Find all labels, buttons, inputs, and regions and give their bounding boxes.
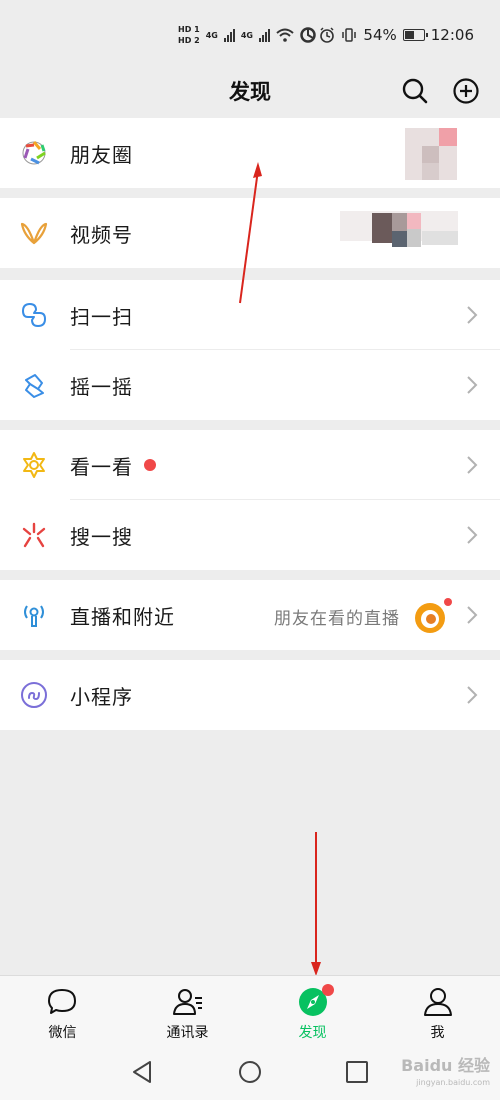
chevron-right-icon bbox=[467, 606, 478, 624]
menu-item-search[interactable]: 搜一搜 bbox=[0, 500, 500, 570]
menu-item-label: 朋友圈 bbox=[70, 143, 133, 167]
home-icon[interactable] bbox=[237, 1059, 263, 1085]
navigation-bar: 发现 bbox=[0, 60, 500, 118]
stories-search-group: 看一看 搜一搜 bbox=[0, 430, 500, 570]
mini-program-group: 小程序 bbox=[0, 660, 500, 730]
menu-item-live-nearby[interactable]: 直播和附近 朋友在看的直播 bbox=[0, 580, 500, 650]
unread-red-dot bbox=[144, 459, 156, 471]
system-status: 54% 12:06 bbox=[319, 26, 474, 44]
chevron-right-icon bbox=[467, 526, 478, 544]
top-stories-icon bbox=[23, 452, 45, 478]
menu-item-label: 摇一摇 bbox=[70, 375, 133, 399]
tab-label: 通讯录 bbox=[166, 1025, 209, 1041]
chevron-right-icon bbox=[467, 376, 478, 394]
chevron-right-icon bbox=[467, 456, 478, 474]
menu-item-scan[interactable]: 扫一扫 bbox=[0, 280, 500, 350]
chat-bubble-icon bbox=[48, 989, 76, 1014]
search-spark-icon bbox=[22, 522, 46, 548]
moments-aperture-icon bbox=[22, 141, 46, 165]
search-icon[interactable] bbox=[400, 76, 430, 106]
alarm-icon bbox=[320, 27, 335, 43]
tab-me[interactable]: 我 bbox=[375, 976, 500, 1046]
menu-item-label: 小程序 bbox=[70, 685, 133, 709]
menu-item-top-stories[interactable]: 看一看 bbox=[0, 430, 500, 500]
menu-item-mini-programs[interactable]: 小程序 bbox=[0, 660, 500, 730]
moments-group: 朋友圈 bbox=[0, 118, 500, 188]
sync-icon bbox=[300, 27, 316, 43]
network-type-label: 4G bbox=[205, 30, 218, 40]
tab-contacts[interactable]: 通讯录 bbox=[125, 976, 250, 1046]
network-type-label: 4G bbox=[240, 30, 253, 40]
discover-red-dot bbox=[322, 984, 334, 996]
mini-program-icon bbox=[21, 682, 47, 708]
recents-icon[interactable] bbox=[344, 1059, 370, 1085]
live-avatar-icon bbox=[415, 596, 454, 633]
network-indicators: HD 1 HD 2 4G 4G bbox=[178, 24, 316, 46]
channels-thumbnail-blurred bbox=[340, 203, 460, 263]
live-nearby-icon bbox=[24, 605, 44, 627]
menu-item-shake[interactable]: 摇一摇 bbox=[0, 350, 500, 420]
vibrate-icon bbox=[342, 28, 357, 42]
channels-butterfly-icon bbox=[20, 222, 48, 245]
status-bar: HD 1 HD 2 4G 4G 54% 12:06 bbox=[0, 0, 500, 60]
wifi-icon bbox=[276, 28, 294, 42]
menu-item-channels[interactable]: 视频号 bbox=[0, 198, 500, 268]
channels-group: 视频号 bbox=[0, 198, 500, 268]
tab-chats[interactable]: 微信 bbox=[0, 976, 125, 1046]
menu-item-label: 扫一扫 bbox=[70, 305, 133, 329]
signal-icon bbox=[258, 28, 270, 42]
live-nearby-group: 直播和附近 朋友在看的直播 bbox=[0, 580, 500, 650]
hd-indicator: HD 1 HD 2 bbox=[178, 25, 200, 45]
moments-thumbnail-blurred bbox=[405, 128, 457, 180]
tab-label: 发现 bbox=[298, 1025, 327, 1041]
menu-item-label: 视频号 bbox=[70, 223, 133, 247]
bottom-tab-bar: 微信 通讯录 发现 我 bbox=[0, 975, 500, 1045]
menu-item-moments[interactable]: 朋友圈 bbox=[0, 118, 500, 188]
back-icon[interactable] bbox=[130, 1059, 156, 1085]
scan-icon bbox=[22, 303, 46, 327]
tab-label: 我 bbox=[430, 1025, 445, 1041]
chevron-right-icon bbox=[467, 306, 478, 324]
menu-item-label: 直播和附近 bbox=[70, 605, 175, 629]
contacts-icon bbox=[173, 989, 202, 1015]
tab-discover[interactable]: 发现 bbox=[250, 976, 375, 1046]
add-icon[interactable] bbox=[451, 76, 481, 106]
baidu-watermark: Baidu 经验 jingyan.baidu.com bbox=[401, 1056, 490, 1087]
scan-shake-group: 扫一扫 摇一摇 bbox=[0, 280, 500, 420]
signal-icon bbox=[223, 28, 235, 42]
person-icon bbox=[424, 988, 452, 1016]
tab-label: 微信 bbox=[48, 1025, 77, 1041]
live-nearby-subtitle: 朋友在看的直播 bbox=[274, 609, 400, 629]
clock: 12:06 bbox=[430, 26, 474, 44]
chevron-right-icon bbox=[467, 686, 478, 704]
battery-fill bbox=[404, 31, 414, 39]
shake-icon bbox=[25, 374, 44, 398]
battery-percent: 54% bbox=[363, 26, 397, 44]
menu-item-label: 看一看 bbox=[70, 455, 133, 479]
menu-item-label: 搜一搜 bbox=[70, 525, 133, 549]
battery-icon bbox=[402, 29, 428, 41]
